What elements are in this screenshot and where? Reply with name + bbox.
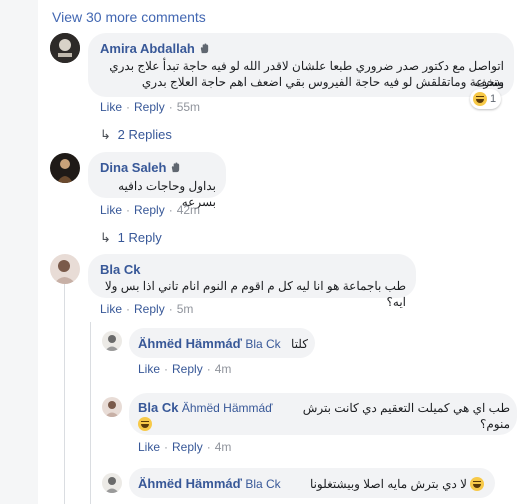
- reply-link[interactable]: Reply: [134, 100, 165, 114]
- avatar[interactable]: [102, 473, 122, 493]
- like-link[interactable]: Like: [100, 203, 122, 217]
- comment-actions: Like · Reply · 42m: [100, 203, 201, 217]
- timestamp[interactable]: 5m: [177, 302, 194, 316]
- reply-arrow-icon: ↳: [100, 127, 111, 142]
- avatar[interactable]: [102, 331, 122, 351]
- avatar-image: [102, 397, 122, 417]
- wave-icon: [172, 162, 180, 173]
- laughing-emoji-icon: [470, 476, 484, 491]
- view-replies-link[interactable]: ↳ 1 Reply: [100, 230, 162, 246]
- like-link[interactable]: Like: [138, 362, 160, 376]
- timestamp[interactable]: 4m: [215, 440, 232, 454]
- reply-header: Ähmëd Hämmáď Bla Ck: [138, 476, 281, 491]
- like-link[interactable]: Like: [100, 302, 122, 316]
- comment-actions: Like · Reply · 55m: [100, 100, 201, 114]
- avatar-image: [50, 153, 80, 183]
- view-replies-link[interactable]: ↳ 2 Replies: [100, 127, 172, 143]
- comment-text: بسرعة وماتقلقش لو فيه حاجة الفيروس بقي ا…: [141, 75, 504, 89]
- avatar-image: [102, 331, 122, 351]
- reply-actions: Like · Reply · 4m: [138, 440, 232, 454]
- reply-header: Ähmëd Hämmáď Bla Ck: [138, 336, 281, 351]
- avatar[interactable]: [102, 397, 122, 417]
- left-rail: [0, 0, 38, 504]
- reply-author[interactable]: Bla Ck: [138, 400, 178, 415]
- comment-actions: Like · Reply · 5m: [100, 302, 194, 316]
- laughing-emoji-icon: [138, 416, 152, 431]
- comment-author[interactable]: Amira Abdallah: [100, 41, 210, 56]
- comment-author[interactable]: Dina Saleh: [100, 160, 181, 175]
- reply-link[interactable]: Reply: [134, 302, 165, 316]
- mention-tag[interactable]: Ähmëd Hämmáď: [182, 401, 273, 415]
- reply-text: لا دي بترش مايه اصلا وبيشتغلونا: [309, 477, 467, 491]
- reply-text: كلتا: [291, 337, 308, 351]
- avatar[interactable]: [50, 33, 80, 63]
- reply-text: طب اي هي كميلت التعقيم دي كانت بترش منوم…: [302, 401, 510, 431]
- reply-author[interactable]: Ähmëd Hämmáď: [138, 476, 242, 491]
- timestamp[interactable]: 4m: [215, 362, 232, 376]
- avatar-image: [102, 473, 122, 493]
- avatar-image: [50, 33, 80, 63]
- reply-link[interactable]: Reply: [172, 362, 203, 376]
- timestamp[interactable]: 42m: [177, 203, 200, 217]
- reaction-count: 1: [490, 93, 497, 105]
- avatar-image: [50, 254, 80, 284]
- thread-line: [64, 284, 65, 504]
- avatar[interactable]: [50, 254, 80, 284]
- wave-icon: [200, 43, 209, 54]
- reply-link[interactable]: Reply: [172, 440, 203, 454]
- comment-author[interactable]: Bla Ck: [100, 262, 140, 277]
- mention-tag[interactable]: Bla Ck: [245, 477, 280, 491]
- like-link[interactable]: Like: [138, 440, 160, 454]
- like-link[interactable]: Like: [100, 100, 122, 114]
- thread-line: [90, 322, 91, 504]
- reply-author[interactable]: Ähmëd Hämmáď: [138, 336, 242, 351]
- haha-emoji-icon: [473, 92, 487, 106]
- comments-panel: View 30 more comments Amira Abdallah اتو…: [38, 0, 521, 504]
- reply-actions: Like · Reply · 4m: [138, 362, 232, 376]
- timestamp[interactable]: 55m: [177, 100, 200, 114]
- reaction-badge[interactable]: 1: [470, 89, 502, 109]
- reply-header: Bla Ck Ähmëd Hämmáď: [138, 400, 273, 415]
- mention-tag[interactable]: Bla Ck: [245, 337, 280, 351]
- view-more-comments-link[interactable]: View 30 more comments: [52, 9, 206, 25]
- reply-link[interactable]: Reply: [134, 203, 165, 217]
- avatar[interactable]: [50, 153, 80, 183]
- reply-arrow-icon: ↳: [100, 230, 111, 245]
